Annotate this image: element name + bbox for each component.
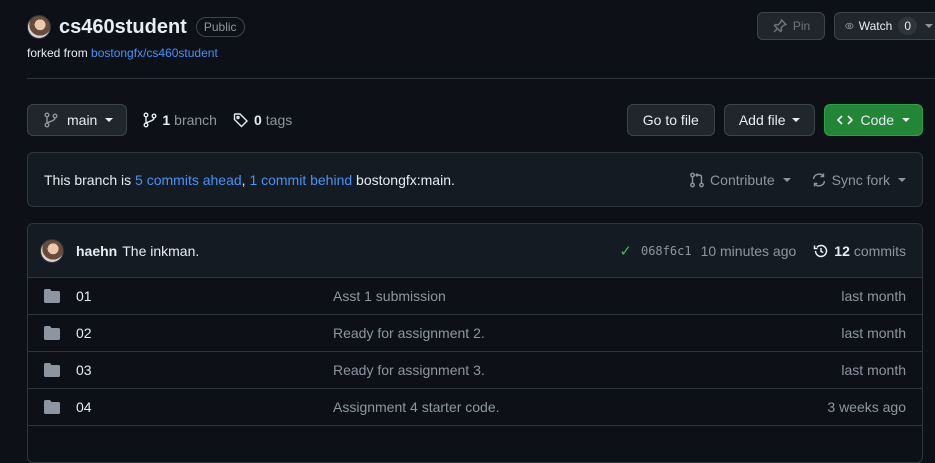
visibility-badge: Public (195, 17, 245, 37)
tag-count: 0 (253, 112, 262, 128)
branches-link[interactable]: 1 branch (143, 112, 217, 128)
status-separator: , (241, 171, 246, 188)
code-label: Code (860, 112, 894, 128)
file-row[interactable]: 03 Ready for assignment 3. last month (28, 352, 922, 389)
git-branch-icon (44, 112, 58, 128)
commit-history-link[interactable]: 12 commits (813, 243, 906, 259)
fork-actions: Contribute Sync fork (689, 172, 906, 188)
repo-name-link[interactable]: cs460student (59, 16, 187, 39)
fork-info: forked from bostongfx/cs460student (27, 46, 935, 60)
contribute-label: Contribute (710, 171, 775, 188)
folder-icon (44, 363, 60, 377)
branch-count: 1 (162, 112, 171, 128)
git-branch-icon (143, 112, 157, 128)
pin-label: Pin (792, 19, 811, 33)
commit-author-link[interactable]: haehn (76, 243, 117, 259)
tag-count-label: tags (265, 112, 293, 128)
commits-behind-link[interactable]: 1 commit behind (249, 172, 352, 188)
file-commit-message[interactable]: Ready for assignment 3. (333, 362, 841, 378)
branch-name: main (67, 112, 98, 128)
fork-prefix: forked from (27, 46, 88, 60)
latest-commit-row: haehn The inkman. ✓ 068f6c1 10 minutes a… (28, 224, 922, 278)
commit-message-link[interactable]: The inkman. (122, 243, 199, 259)
branch-status-text: This branch is 5 commits ahead, 1 commit… (44, 172, 455, 188)
chevron-down-icon (782, 177, 791, 182)
commit-count-label: commits (853, 242, 906, 259)
branch-select-button[interactable]: main (27, 104, 128, 136)
file-commit-message[interactable]: Assignment 4 starter code. (333, 399, 827, 415)
check-icon[interactable]: ✓ (619, 242, 632, 260)
file-commit-time: last month (841, 288, 906, 304)
code-icon (836, 115, 853, 125)
file-name-link[interactable]: 04 (76, 399, 333, 415)
repo-header-actions: Pin Watch 0 (757, 12, 935, 40)
pull-request-icon (690, 172, 704, 187)
tags-link[interactable]: 0 tags (233, 112, 292, 128)
file-name-link[interactable]: 02 (76, 325, 333, 341)
commit-sha-link[interactable]: 068f6c1 (641, 244, 692, 258)
branch-status-box: This branch is 5 commits ahead, 1 commit… (27, 152, 923, 207)
history-icon (814, 244, 828, 257)
file-name-link[interactable]: 01 (76, 288, 333, 304)
tag-icon (233, 113, 248, 128)
file-commit-message[interactable]: Ready for assignment 2. (333, 325, 841, 341)
folder-icon (44, 289, 60, 303)
file-commit-time: 3 weeks ago (827, 399, 906, 415)
file-row[interactable]: 01 Asst 1 submission last month (28, 278, 922, 315)
eye-icon (845, 22, 854, 30)
commit-meta: ✓ 068f6c1 10 minutes ago 12 commits (619, 242, 906, 260)
owner-avatar[interactable] (27, 15, 51, 39)
file-row[interactable]: 04 Assignment 4 starter code. 3 weeks ag… (28, 389, 922, 426)
chevron-down-icon (791, 118, 800, 122)
watch-button[interactable]: Watch 0 (834, 12, 935, 40)
sync-fork-button[interactable]: Sync fork (811, 172, 906, 188)
folder-icon (44, 326, 60, 340)
chevron-down-icon (925, 24, 933, 28)
author-avatar[interactable] (40, 238, 64, 263)
upstream-branch: bostongfx:main. (356, 171, 455, 188)
add-file-button[interactable]: Add file (723, 104, 815, 136)
header-divider (27, 78, 935, 79)
pin-icon (773, 18, 788, 33)
chevron-down-icon (105, 118, 114, 122)
file-row[interactable]: 02 Ready for assignment 2. last month (28, 315, 922, 352)
file-commit-time: last month (841, 325, 906, 341)
commit-time: 10 minutes ago (700, 242, 797, 259)
watch-label: Watch (858, 19, 893, 33)
code-button[interactable]: Code (823, 104, 923, 136)
sync-icon (812, 172, 825, 187)
go-to-file-button[interactable]: Go to file (626, 104, 715, 136)
file-name-link[interactable]: 03 (76, 362, 333, 378)
sync-fork-label: Sync fork (831, 171, 890, 188)
add-file-label: Add file (738, 112, 786, 128)
file-commit-time: last month (841, 362, 906, 378)
file-toolbar: main 1 branch 0 tags Go to file Add file… (27, 104, 923, 136)
chevron-down-icon (898, 177, 906, 182)
contribute-button[interactable]: Contribute (689, 172, 791, 188)
fork-source-link[interactable]: bostongfx/cs460student (91, 46, 218, 60)
file-table: haehn The inkman. ✓ 068f6c1 10 minutes a… (27, 223, 923, 463)
folder-icon (44, 400, 60, 414)
file-commit-message[interactable]: Asst 1 submission (333, 288, 841, 304)
chevron-down-icon (902, 118, 910, 122)
branch-count-label: branch (174, 112, 217, 128)
pin-button[interactable]: Pin (757, 12, 825, 40)
commit-count: 12 (834, 242, 850, 259)
commits-ahead-link[interactable]: 5 commits ahead (135, 172, 242, 188)
watch-count: 0 (898, 17, 917, 35)
status-prefix: This branch is (44, 171, 132, 188)
